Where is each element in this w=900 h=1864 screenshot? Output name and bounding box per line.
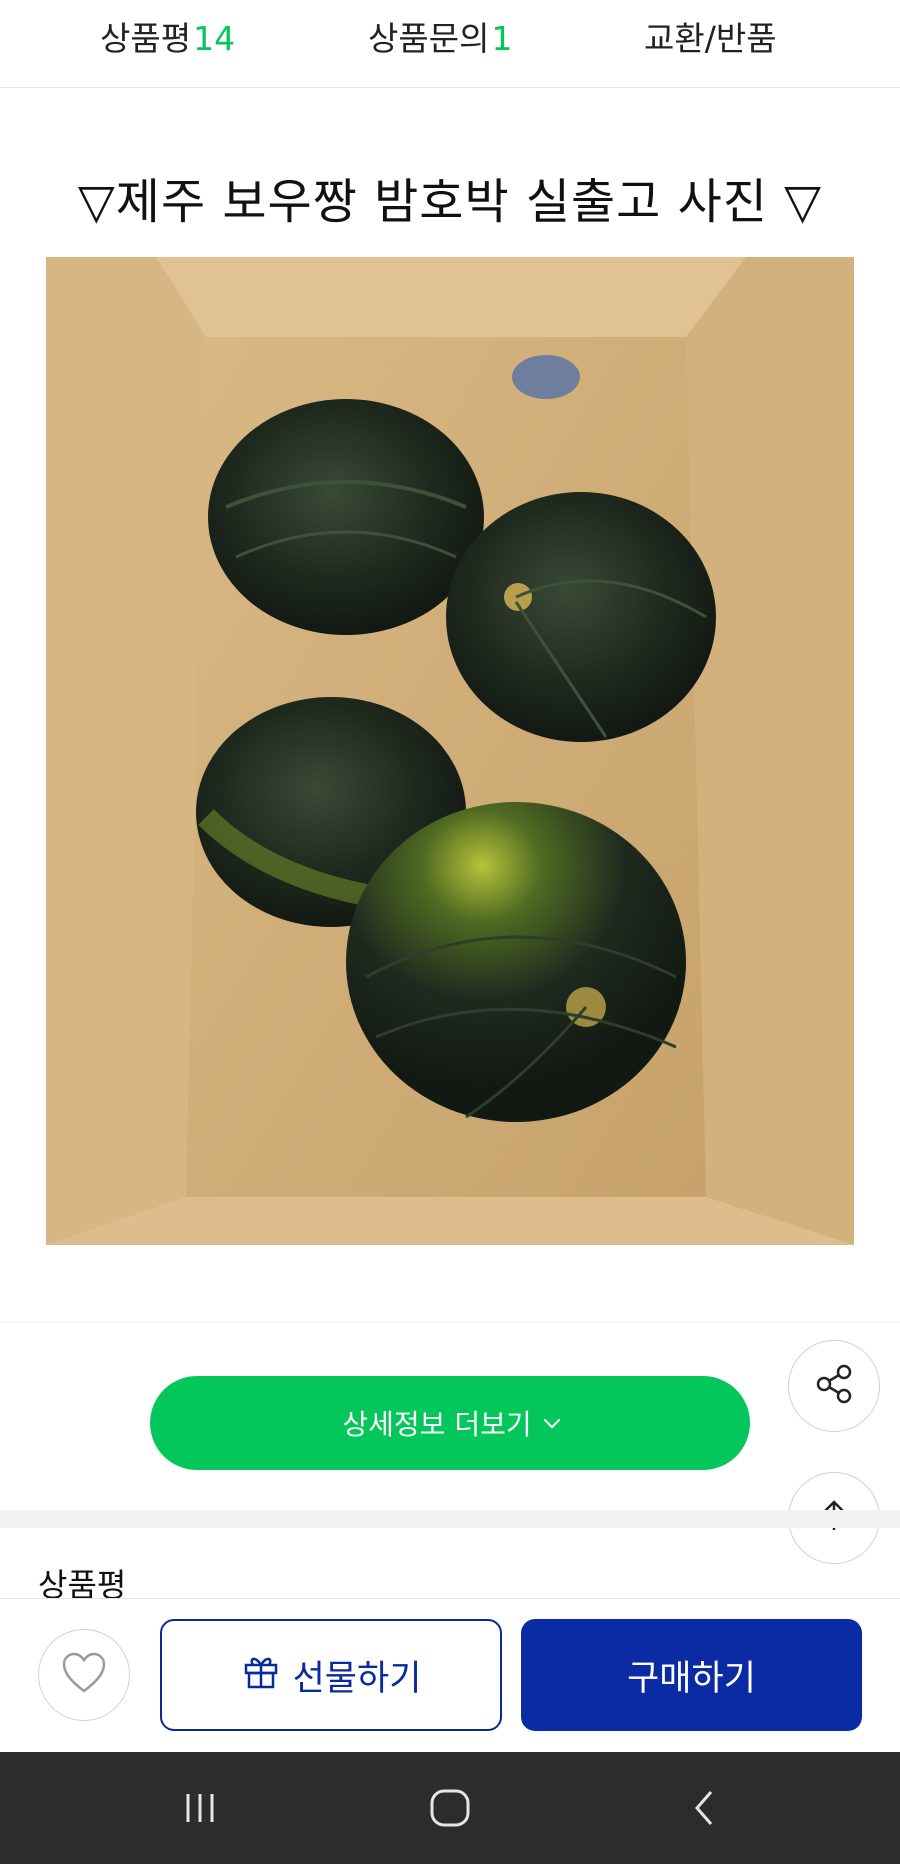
tab-reviews[interactable]: 상품평14 bbox=[100, 12, 235, 62]
divider bbox=[0, 1322, 900, 1323]
share-button[interactable] bbox=[788, 1340, 880, 1432]
tab-reviews-label: 상품평 bbox=[100, 19, 192, 58]
heart-icon bbox=[60, 1651, 108, 1699]
more-details-button[interactable]: 상세정보 더보기 bbox=[150, 1376, 750, 1470]
wishlist-button[interactable] bbox=[38, 1629, 130, 1721]
bottom-action-bar: 선물하기 구매하기 bbox=[0, 1598, 900, 1752]
detail-banner-title: ▽제주 보우짱 밤호박 실출고 사진 ▽ bbox=[77, 174, 823, 230]
gift-button-label: 선물하기 bbox=[292, 1658, 422, 1699]
tab-inquiries[interactable]: 상품문의1 bbox=[368, 12, 512, 62]
gift-icon bbox=[241, 1651, 293, 1700]
buy-button-label: 구매하기 bbox=[627, 1658, 756, 1699]
home-icon[interactable] bbox=[420, 1788, 480, 1828]
share-icon bbox=[812, 1362, 856, 1410]
system-nav-bar bbox=[0, 1752, 900, 1864]
product-tab-bar: 상품평14 상품문의1 교환/반품 bbox=[0, 0, 900, 88]
chevron-down-icon bbox=[543, 1411, 561, 1429]
more-details-label: 상세정보 더보기 bbox=[342, 1408, 532, 1441]
buy-button[interactable]: 구매하기 bbox=[521, 1619, 862, 1731]
tab-reviews-count: 14 bbox=[193, 19, 236, 58]
back-icon[interactable] bbox=[674, 1788, 734, 1828]
recent-apps-icon[interactable] bbox=[170, 1788, 230, 1828]
tab-exchange-return[interactable]: 교환/반품 bbox=[644, 12, 777, 62]
tab-inquiries-label: 상품문의 bbox=[368, 19, 490, 58]
tab-exchange-return-label: 교환/반품 bbox=[644, 19, 777, 58]
section-separator bbox=[0, 1510, 900, 1528]
product-photo bbox=[46, 257, 854, 1245]
tab-inquiries-count: 1 bbox=[491, 19, 513, 58]
gift-button[interactable]: 선물하기 bbox=[160, 1619, 502, 1731]
